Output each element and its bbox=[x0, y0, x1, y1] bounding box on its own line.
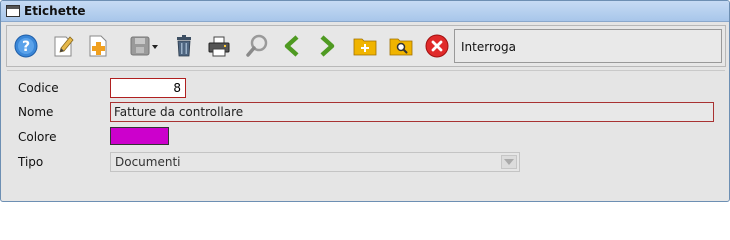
nome-label: Nome bbox=[18, 105, 54, 119]
tipo-value: Documenti bbox=[115, 155, 181, 169]
chevron-right-icon bbox=[320, 35, 335, 57]
previous-button[interactable] bbox=[278, 32, 306, 60]
trash-icon bbox=[177, 35, 191, 57]
tipo-select[interactable]: Documenti bbox=[110, 152, 520, 172]
title-bar[interactable]: Etichette bbox=[1, 1, 729, 22]
folder-search-icon bbox=[389, 38, 413, 56]
save-button[interactable] bbox=[127, 32, 163, 60]
search-button[interactable] bbox=[243, 32, 271, 60]
next-button[interactable] bbox=[313, 32, 341, 60]
printer-icon bbox=[208, 36, 230, 57]
chevron-down-icon[interactable] bbox=[501, 155, 517, 169]
window-title: Etichette bbox=[24, 4, 86, 18]
save-dropdown-icon bbox=[130, 36, 158, 56]
divider bbox=[7, 70, 725, 71]
colore-swatch[interactable] bbox=[110, 127, 169, 145]
mode-indicator: Interroga bbox=[454, 29, 722, 63]
nome-field[interactable]: Fatture da controllare bbox=[110, 102, 714, 122]
colore-label: Colore bbox=[18, 130, 57, 144]
window: Etichette ? Interroga Codice 8 Nome Fatt… bbox=[0, 0, 730, 202]
magnifier-icon bbox=[246, 34, 268, 57]
codice-label: Codice bbox=[18, 81, 59, 95]
chevron-left-icon bbox=[284, 35, 299, 57]
codice-value: 8 bbox=[173, 81, 181, 95]
codice-field[interactable]: 8 bbox=[110, 78, 186, 98]
help-button[interactable]: ? bbox=[12, 32, 40, 60]
close-red-icon bbox=[425, 34, 449, 58]
add-folder-button[interactable] bbox=[351, 32, 379, 60]
toolbar: ? Interroga bbox=[6, 25, 726, 67]
search-folder-button[interactable] bbox=[387, 32, 415, 60]
window-icon bbox=[6, 5, 20, 17]
new-document-icon bbox=[89, 35, 107, 57]
close-button[interactable] bbox=[423, 32, 451, 60]
folder-add-icon bbox=[353, 38, 377, 56]
edit-document-icon bbox=[54, 36, 74, 57]
new-button[interactable] bbox=[84, 32, 112, 60]
edit-button[interactable] bbox=[49, 32, 77, 60]
help-icon: ? bbox=[14, 34, 38, 58]
svg-text:?: ? bbox=[22, 39, 30, 55]
nome-value: Fatture da controllare bbox=[114, 105, 244, 119]
tipo-label: Tipo bbox=[18, 155, 44, 169]
print-button[interactable] bbox=[205, 32, 233, 60]
delete-button[interactable] bbox=[170, 32, 198, 60]
